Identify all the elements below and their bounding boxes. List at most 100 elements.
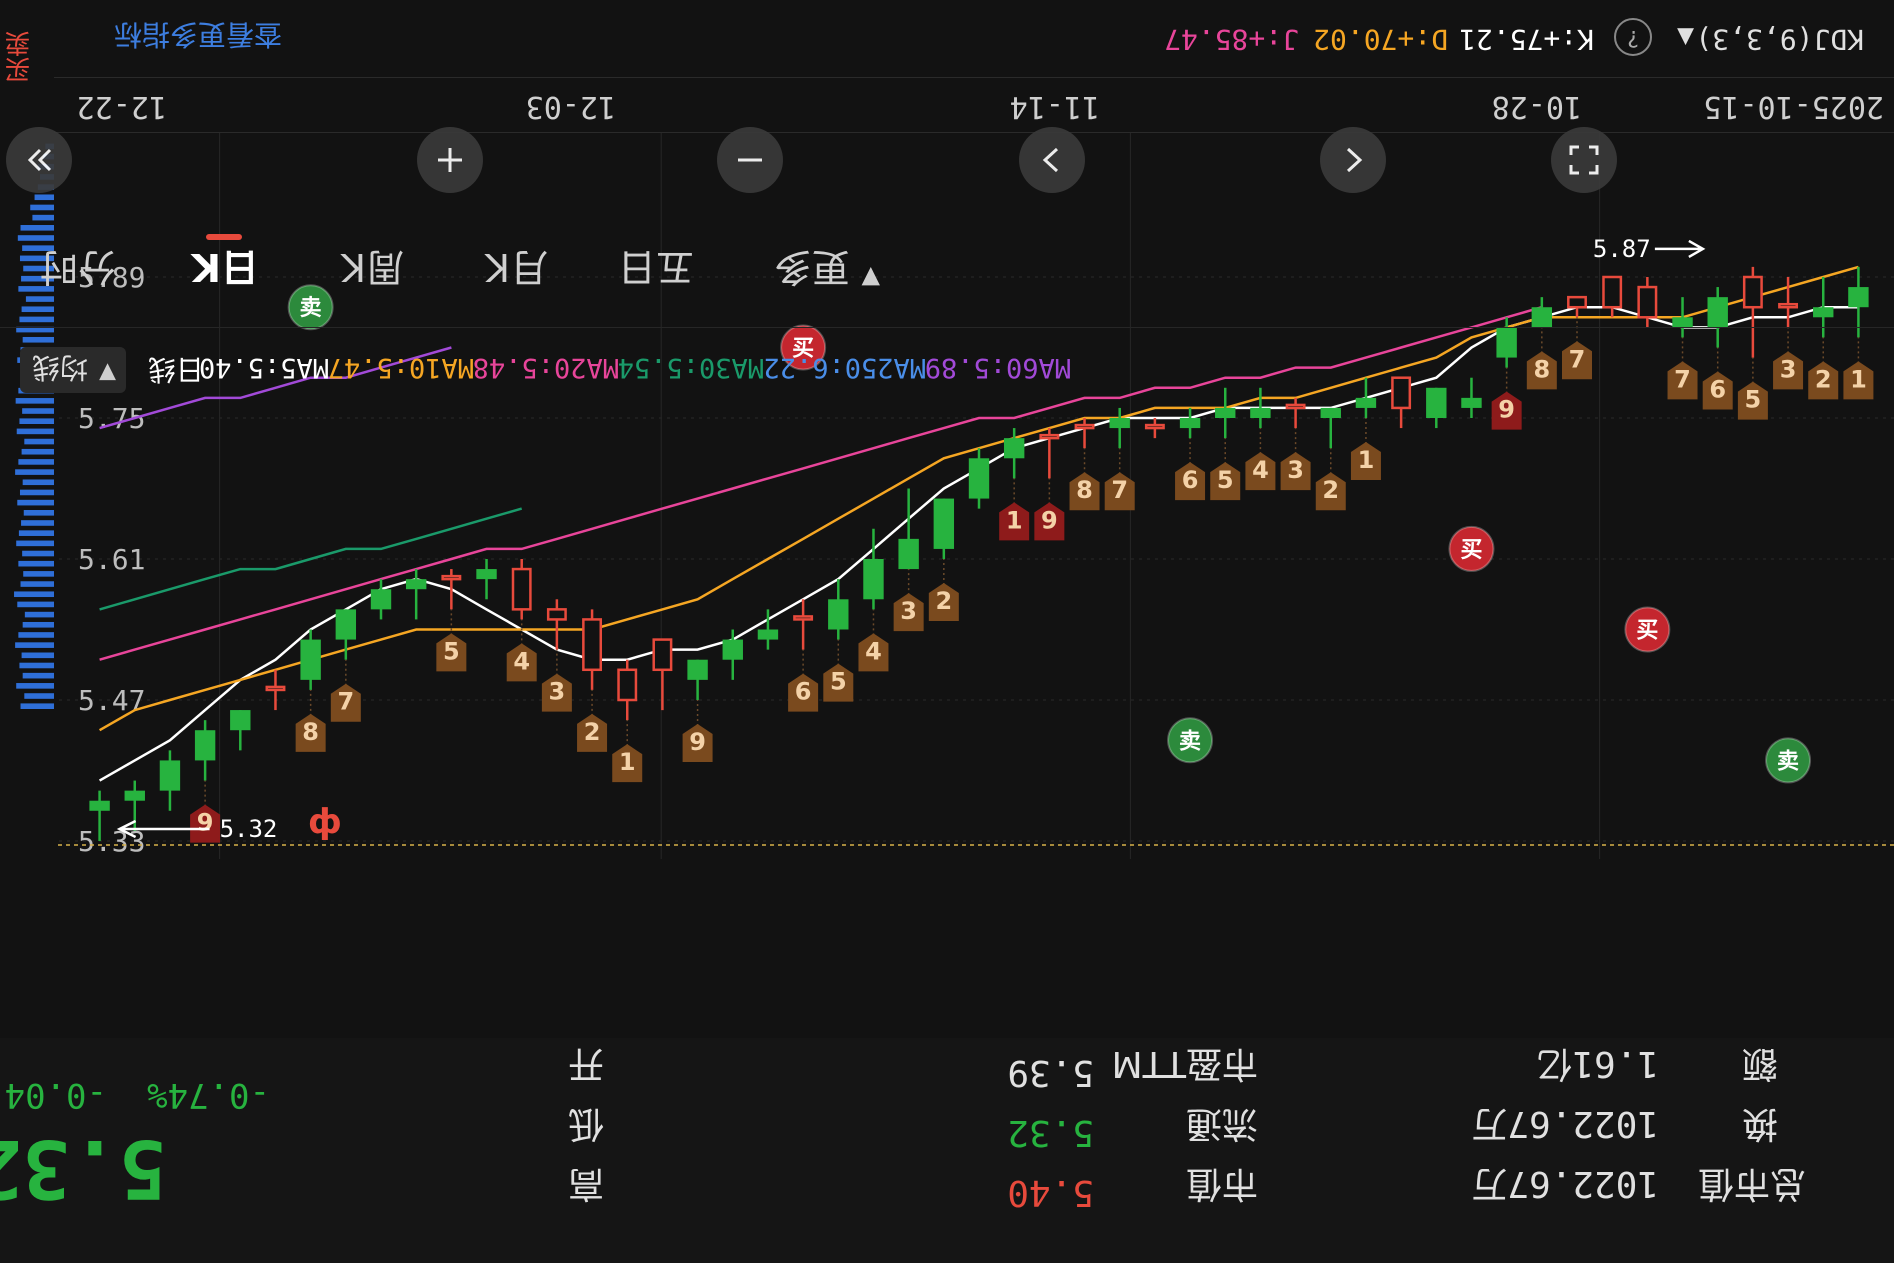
- period-tab-bar: ▼: [0, 227, 1894, 328]
- tab-five-day[interactable]: 五日: [618, 243, 694, 298]
- volume-bar: [22, 550, 54, 557]
- price-axis-label: 5.61: [78, 543, 145, 576]
- candle-body: [1144, 423, 1165, 430]
- date-label: 12-22: [76, 89, 167, 124]
- low-label: 低: [567, 1103, 604, 1144]
- ma250-label: MA250:6.22: [763, 352, 926, 383]
- ma-toggle-button[interactable]: ▼ 均线: [20, 347, 126, 393]
- daily-line-label[interactable]: 日线: [148, 351, 204, 391]
- candle-body: [617, 668, 638, 702]
- chevron-right-icon: [1042, 147, 1059, 173]
- volume-bar: [16, 428, 54, 435]
- volume-bar: [24, 438, 54, 445]
- candle-body: [968, 458, 990, 499]
- volume-bar: [22, 408, 54, 414]
- zoom-fit-button[interactable]: [1551, 127, 1617, 193]
- jump-latest-button[interactable]: [6, 127, 72, 193]
- count-tag-label: 7: [337, 688, 354, 716]
- trade-side-tab[interactable]: 买卖: [1, 31, 38, 83]
- candle-body: [89, 800, 110, 811]
- count-tag-label: 9: [1041, 506, 1058, 534]
- volume-bar: [20, 581, 54, 587]
- volume-bar: [24, 611, 54, 618]
- help-icon[interactable]: ?: [1614, 18, 1652, 56]
- candle-body: [652, 638, 673, 672]
- date-label: 10-28: [1491, 89, 1582, 124]
- candle-body: [1320, 407, 1341, 418]
- count-tag-label: 3: [549, 678, 566, 706]
- candle-body: [370, 589, 392, 610]
- count-tag-label: 4: [865, 637, 882, 665]
- tab-more-caret-icon: ▼: [861, 264, 880, 292]
- tab-more[interactable]: 更多: [774, 243, 850, 298]
- candle-body: [511, 567, 532, 611]
- indicator-caret-icon[interactable]: ▲: [1677, 25, 1694, 50]
- candle-body: [1250, 407, 1271, 418]
- count-tag-label: 5: [1217, 466, 1234, 494]
- candle-body: [687, 659, 708, 680]
- volume-bar: [18, 632, 54, 638]
- volume-bar: [30, 204, 54, 211]
- float-label: 流通: [1185, 1103, 1258, 1144]
- tab-monthly-k[interactable]: 月K: [485, 243, 548, 298]
- last-price: 5.32: [0, 1122, 167, 1215]
- volume-bar: [17, 601, 54, 608]
- volume-bar: [23, 510, 54, 516]
- volume-bar: [18, 560, 54, 567]
- open-value: 5.39: [1007, 1052, 1094, 1093]
- tab-daily-k[interactable]: 日K: [192, 243, 259, 298]
- count-tag-label: 3: [900, 597, 917, 625]
- pan-right-button[interactable]: [1320, 127, 1386, 193]
- pan-left-button[interactable]: [1019, 127, 1085, 193]
- tab-weekly-k[interactable]: 周K: [341, 243, 404, 298]
- price-change-pct: -0.74%: [147, 1075, 270, 1115]
- volume-bar: [18, 459, 54, 465]
- volume-bar: [15, 398, 54, 404]
- volume-bar: [19, 489, 54, 496]
- kdj-indicator-label[interactable]: KDJ(9,3,3): [1695, 23, 1864, 56]
- zoom-in-button[interactable]: [417, 127, 483, 193]
- active-tab-indicator: [206, 234, 242, 240]
- more-indicators-link[interactable]: 查看更多指标: [114, 16, 282, 56]
- count-tag-label: 2: [584, 718, 601, 746]
- tab-intraday[interactable]: 分时: [40, 243, 116, 298]
- candle-body: [335, 609, 357, 640]
- candle-body: [898, 538, 919, 570]
- volume-bar: [19, 662, 54, 669]
- date-axis: 2025-10-15 10-28 11-14 12-03 12-22: [54, 77, 1894, 133]
- ma20-label: MA20:5.48: [472, 352, 619, 383]
- buy-flag-marker: ф: [308, 802, 342, 842]
- candle-body: [230, 710, 251, 731]
- turnover-label: 换: [1741, 1103, 1778, 1144]
- fit-screen-icon: [1569, 145, 1599, 175]
- count-tag-label: 1: [619, 748, 636, 776]
- high-marker-label: 5.32: [220, 815, 278, 843]
- price-axis-label: 5.47: [78, 684, 145, 717]
- ma10-label: MA10:5.47: [327, 352, 474, 383]
- volume-bar: [22, 672, 54, 679]
- candle-body: [1109, 418, 1130, 429]
- volume-bar: [21, 652, 54, 659]
- candle-body: [933, 498, 955, 549]
- count-tag-label: 4: [513, 647, 530, 675]
- zoom-out-button[interactable]: [717, 127, 783, 193]
- volume-bar: [15, 469, 54, 475]
- candle-body: [546, 608, 567, 621]
- market-value-label: 市值: [1185, 1163, 1258, 1204]
- candle-body: [1215, 407, 1236, 418]
- volume-bar: [32, 214, 54, 221]
- signal-badge-label: 卖: [1777, 748, 1799, 774]
- double-chevron-right-icon: [27, 148, 52, 172]
- price-change: -0.04: [4, 1075, 107, 1115]
- count-tag-label: 6: [1182, 466, 1199, 494]
- count-tag-label: 1: [1006, 506, 1023, 534]
- date-label: 2025-10-15: [1703, 89, 1884, 124]
- volume-bar: [18, 530, 54, 536]
- volume-bar: [22, 479, 54, 486]
- candle-body: [405, 579, 427, 590]
- volume-bar: [21, 520, 54, 526]
- chevron-left-icon: [1346, 147, 1363, 173]
- open-label: 开: [567, 1043, 604, 1084]
- candle-body: [194, 730, 216, 761]
- volume-bar: [22, 621, 54, 628]
